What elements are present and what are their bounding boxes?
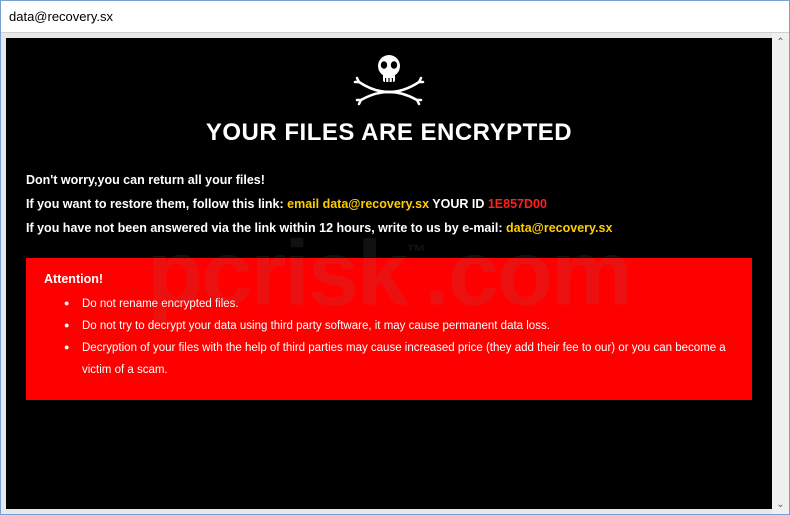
contact-email-2[interactable]: data@recovery.sx [506,221,612,235]
titlebar: data@recovery.sx [1,1,789,33]
attention-list: Do not rename encrypted files. Do not tr… [44,294,734,381]
main-heading: YOUR FILES ARE ENCRYPTED [26,119,752,147]
vertical-scrollbar[interactable]: ⌃ ⌄ [772,33,789,514]
app-window: data@recovery.sx pcrisk™.com [0,0,790,515]
window-title: data@recovery.sx [9,9,113,24]
info-line-2-prefix: If you want to restore them, follow this… [26,197,287,211]
list-item: Do not rename encrypted files. [64,294,734,316]
victim-id: 1E857D00 [488,197,547,211]
scroll-up-icon[interactable]: ⌃ [776,37,784,48]
ransom-note-panel: pcrisk™.com [6,38,772,509]
skull-crossbones-icon [349,52,429,108]
info-line-1: Don't worry,you can return all your file… [26,169,752,193]
info-block: Don't worry,you can return all your file… [26,169,752,240]
info-line-3-prefix: If you have not been answered via the li… [26,221,506,235]
logo-area [26,52,752,111]
content-area: pcrisk™.com [1,33,789,514]
attention-box: Attention! Do not rename encrypted files… [26,258,752,399]
info-line-3: If you have not been answered via the li… [26,217,752,241]
list-item: Do not try to decrypt your data using th… [64,316,734,338]
info-line-2: If you want to restore them, follow this… [26,193,752,217]
contact-email-link[interactable]: email data@recovery.sx [287,197,429,211]
scroll-down-icon[interactable]: ⌄ [776,499,784,510]
list-item: Decryption of your files with the help o… [64,338,734,382]
attention-heading: Attention! [44,272,734,286]
your-id-label: YOUR ID [429,197,488,211]
